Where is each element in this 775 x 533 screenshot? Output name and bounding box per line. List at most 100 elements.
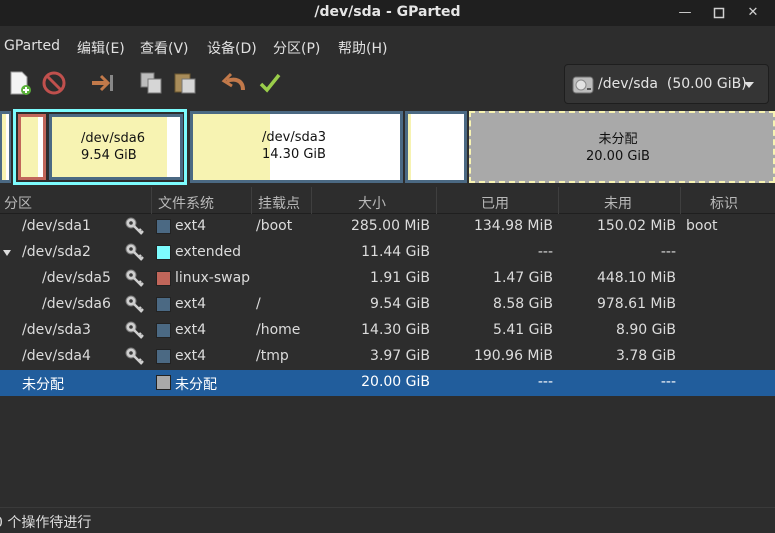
cell-size: 11.44 GiB: [361, 244, 430, 260]
filesystem-color-swatch: [156, 323, 171, 338]
map-unallocated[interactable]: 未分配 20.00 GiB: [469, 111, 775, 183]
cell-size: 3.97 GiB: [370, 348, 430, 364]
row-sda6[interactable]: /dev/sda6 ext4 / 9.54 GiB 8.58 GiB 978.61 MiB: [0, 292, 775, 318]
resize-move-icon[interactable]: [90, 70, 116, 96]
menu-device[interactable]: 设备(D): [207, 38, 257, 58]
map-sda5[interactable]: [18, 114, 46, 180]
cell-unused: 8.90 GiB: [616, 322, 676, 338]
map-sda6-size: 9.54 GiB: [81, 148, 137, 163]
filesystem-color-swatch: [156, 349, 171, 364]
cell-size: 285.00 MiB: [350, 218, 430, 234]
cell-partition: /dev/sda6: [42, 296, 111, 312]
mount-key-icon: [125, 269, 144, 287]
undo-icon[interactable]: [221, 70, 247, 96]
menu-partition[interactable]: 分区(P): [273, 38, 320, 58]
cell-filesystem: 未分配: [175, 377, 217, 393]
filesystem-color-swatch: [156, 219, 171, 234]
cell-partition: /dev/sda5: [42, 270, 111, 286]
cell-partition: 未分配: [22, 377, 64, 393]
cell-partition: /dev/sda3: [22, 322, 91, 338]
map-sda3-name: /dev/sda3: [262, 130, 326, 145]
cell-mountpoint: /: [256, 296, 261, 312]
cell-used: 1.47 GiB: [493, 270, 553, 286]
cell-used: 8.58 GiB: [493, 296, 553, 312]
cell-unused: 150.02 MiB: [596, 218, 676, 234]
cell-filesystem: ext4: [175, 322, 207, 338]
filesystem-color-swatch: [156, 271, 171, 286]
cell-unused: ---: [660, 244, 676, 260]
mount-key-icon: [125, 217, 144, 235]
pending-operations-text: 0 个操作待进行: [0, 515, 92, 531]
header-size[interactable]: 大小: [358, 193, 386, 213]
cell-used: ---: [537, 244, 553, 260]
row-sda2[interactable]: /dev/sda2 extended 11.44 GiB --- ---: [0, 240, 775, 266]
cell-partition: /dev/sda4: [22, 348, 91, 364]
menu-view[interactable]: 查看(V): [140, 38, 189, 58]
row-sda5[interactable]: /dev/sda5 linux-swap 1.91 GiB 1.47 GiB 448.1…: [0, 266, 775, 292]
gparted-window: /dev/sda - GParted — ✕ GParted 编辑(E) 查看(…: [0, 0, 775, 533]
cell-used: ---: [537, 374, 553, 390]
cell-unused: ---: [660, 374, 676, 390]
map-sda4[interactable]: [405, 111, 467, 183]
device-selector-label: /dev/sda (50.00 GiB): [598, 76, 747, 92]
map-sda1[interactable]: [0, 111, 11, 183]
device-selector[interactable]: /dev/sda (50.00 GiB): [564, 64, 769, 104]
map-sda3-size: 14.30 GiB: [262, 147, 326, 162]
paste-icon[interactable]: [172, 70, 198, 96]
row-sda4[interactable]: /dev/sda4 ext4/tmp 3.97 GiB 190.96 MiB 3.78 …: [0, 344, 775, 370]
cell-unused: 978.61 MiB: [596, 296, 676, 312]
cell-unused: 3.78 GiB: [616, 348, 676, 364]
title-bar: /dev/sda - GParted — ✕: [0, 0, 775, 26]
header-used[interactable]: 已用: [481, 193, 509, 213]
row-unallocated[interactable]: 未分配 未分配 20.00 GiB --- ---: [0, 370, 775, 396]
table-body: /dev/sda1 ext4/boot 285.00 MiB 134.98 MiB 15…: [0, 214, 775, 396]
cell-size: 14.30 GiB: [361, 322, 430, 338]
maximize-icon[interactable]: [710, 4, 728, 22]
cell-mountpoint: /boot: [256, 218, 293, 234]
new-partition-icon[interactable]: [7, 70, 33, 96]
close-icon[interactable]: ✕: [744, 4, 762, 22]
cell-size: 9.54 GiB: [370, 296, 430, 312]
minimize-icon[interactable]: —: [676, 4, 694, 22]
cell-used: 5.41 GiB: [493, 322, 553, 338]
expander-arrow-icon[interactable]: [3, 250, 11, 256]
cell-flags: boot: [686, 218, 718, 234]
cell-filesystem: ext4: [175, 218, 207, 234]
header-flags[interactable]: 标识: [710, 193, 738, 213]
copy-icon[interactable]: [138, 70, 164, 96]
map-unallocated-size: 20.00 GiB: [586, 149, 650, 164]
menu-gparted[interactable]: GParted: [4, 38, 60, 54]
window-title: /dev/sda - GParted: [314, 4, 461, 20]
cell-used: 134.98 MiB: [473, 218, 553, 234]
cell-partition: /dev/sda1: [22, 218, 91, 234]
partition-table: 分区 文件系统 挂载点 大小 已用 未用 标识 /dev/sda1 ext4/bo…: [0, 187, 775, 396]
mount-key-icon: [125, 321, 144, 339]
cell-used: 190.96 MiB: [473, 348, 553, 364]
map-sda6[interactable]: /dev/sda6 9.54 GiB: [49, 114, 183, 180]
chevron-down-icon: [744, 82, 754, 88]
cell-mountpoint: /tmp: [256, 348, 289, 364]
cell-mountpoint: /home: [256, 322, 301, 338]
apply-icon[interactable]: [257, 70, 283, 96]
table-header: 分区 文件系统 挂载点 大小 已用 未用 标识: [0, 187, 775, 214]
cell-size: 20.00 GiB: [361, 374, 430, 390]
cell-size: 1.91 GiB: [370, 270, 430, 286]
row-sda3[interactable]: /dev/sda3 ext4/home 14.30 GiB 5.41 GiB 8.90 …: [0, 318, 775, 344]
row-sda1[interactable]: /dev/sda1 ext4/boot 285.00 MiB 134.98 MiB 15…: [0, 214, 775, 240]
menu-help[interactable]: 帮助(H): [338, 38, 387, 58]
cell-filesystem: ext4: [175, 296, 207, 312]
header-partition[interactable]: 分区: [4, 193, 32, 213]
cell-unused: 448.10 MiB: [596, 270, 676, 286]
filesystem-color-swatch: [156, 375, 171, 390]
map-sda2-extended[interactable]: /dev/sda6 9.54 GiB: [13, 109, 187, 185]
status-bar: 0 个操作待进行: [0, 507, 775, 533]
map-sda3[interactable]: /dev/sda3 14.30 GiB: [190, 111, 403, 183]
menu-edit[interactable]: 编辑(E): [77, 38, 125, 58]
header-mountpoint[interactable]: 挂载点: [258, 193, 300, 213]
header-unused[interactable]: 未用: [604, 193, 632, 213]
menu-bar: GParted 编辑(E) 查看(V) 设备(D) 分区(P) 帮助(H): [0, 33, 775, 61]
header-filesystem[interactable]: 文件系统: [158, 193, 214, 213]
mount-key-icon: [125, 243, 144, 261]
cell-partition: /dev/sda2: [22, 244, 91, 260]
delete-partition-icon[interactable]: [41, 70, 67, 96]
